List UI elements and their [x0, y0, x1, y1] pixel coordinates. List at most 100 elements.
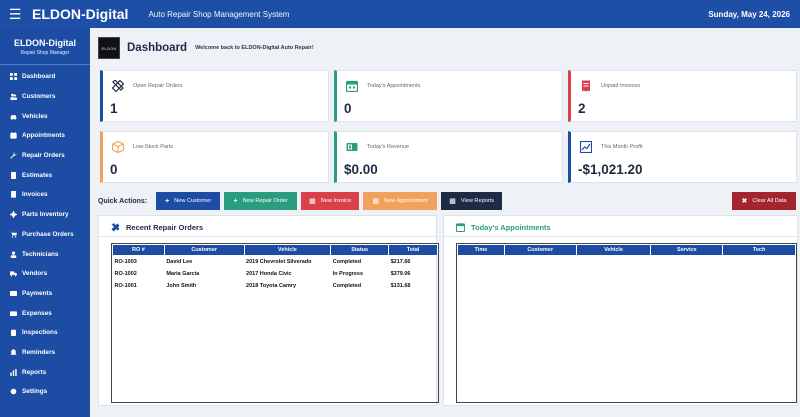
column-header[interactable]: Vehicle — [575, 244, 652, 256]
current-date: Sunday, May 24, 2026 — [708, 9, 790, 19]
chart-icon — [580, 141, 592, 153]
new-invoice-button[interactable]: ▦ New Invoice — [301, 192, 360, 210]
sidebar-item-payments[interactable]: Payments — [0, 284, 90, 304]
sidebar-item-technicians[interactable]: Technicians — [0, 244, 90, 264]
sidebar-item-repair-orders[interactable]: Repair Orders — [0, 146, 90, 166]
sidebar-item-label: Payments — [22, 289, 53, 297]
shop-logo: ELDON — [98, 37, 120, 59]
cell-customer: David Lee — [166, 258, 193, 265]
card-todays-appointments[interactable]: Today's Appointments 0 — [334, 70, 563, 122]
trash-icon: ✖ — [741, 198, 748, 205]
column-header[interactable]: Status — [330, 244, 390, 256]
card-label: Unpaid Invoices — [601, 83, 641, 89]
view-reports-button[interactable]: ▩ View Reports — [441, 192, 503, 210]
new-appointment-button[interactable]: ▦ New Appointment — [363, 192, 438, 210]
app-subtitle: Auto Repair Shop Management System — [148, 9, 290, 19]
bell-icon — [9, 349, 17, 356]
car-icon — [9, 113, 17, 120]
cell-total: $217.66 — [390, 258, 411, 265]
sidebar-item-customers[interactable]: Customers — [0, 87, 90, 107]
clear-all-data-button[interactable]: ✖ Clear All Data — [732, 192, 796, 210]
repair-orders-table-frame: RO # Customer Vehicle Status Total RO-10… — [111, 243, 439, 403]
card-value: 0 — [344, 101, 352, 116]
recent-repair-orders-panel: Recent Repair Orders RO # Customer Vehic… — [98, 215, 439, 406]
card-todays-revenue[interactable]: Today's Revenue $0.00 — [334, 131, 563, 183]
button-label: New Appointment — [384, 198, 428, 204]
column-header[interactable]: Vehicle — [243, 244, 332, 256]
settings-icon — [9, 388, 17, 395]
clipboard-icon — [9, 329, 17, 337]
tools-icon — [111, 223, 120, 232]
sidebar-item-dashboard[interactable]: Dashboard — [0, 67, 90, 87]
calendar-icon: ▦ — [372, 198, 380, 205]
cell-total: $379.06 — [390, 270, 411, 277]
cell-status: In Progress — [332, 270, 364, 277]
card-low-stock-parts[interactable]: Low-Stock Parts 0 — [100, 131, 329, 183]
invoice-icon — [9, 191, 17, 199]
sidebar-item-reminders[interactable]: Reminders — [0, 343, 90, 363]
top-bar: ☰ ELDON-Digital Auto Repair Shop Managem… — [0, 0, 800, 28]
column-header[interactable]: Service — [650, 244, 724, 256]
new-customer-button[interactable]: + New Customer — [156, 192, 221, 210]
sidebar-item-label: Dashboard — [22, 73, 56, 81]
sidebar-item-purchase-orders[interactable]: Purchase Orders — [0, 225, 90, 245]
calculator-icon — [9, 171, 17, 179]
sidebar-item-vehicles[interactable]: Vehicles — [0, 106, 90, 126]
credit-card-icon — [9, 290, 17, 297]
table-row[interactable]: RO-1001 John Smith 2018 Toyota Camry Com… — [113, 280, 438, 292]
card-open-repair-orders[interactable]: Open Repair Orders 1 — [100, 70, 329, 122]
column-header[interactable]: Time — [457, 244, 505, 256]
sidebar-item-expenses[interactable]: Expenses — [0, 303, 90, 323]
sidebar-item-estimates[interactable]: Estimates — [0, 165, 90, 185]
wrench-icon — [9, 152, 17, 159]
hamburger-icon[interactable]: ☰ — [0, 6, 30, 23]
card-label: Low-Stock Parts — [133, 144, 174, 150]
box-icon — [112, 141, 124, 153]
sidebar-item-reports[interactable]: Reports — [0, 362, 90, 382]
appointments-table: Time Customer Vehicle Service Tech — [457, 244, 796, 256]
table-row[interactable]: RO-1003 David Lee 2019 Chevrolet Silvera… — [113, 256, 438, 268]
repair-orders-table: RO # Customer Vehicle Status Total RO-10… — [112, 244, 438, 292]
table-header-row: RO # Customer Vehicle Status Total — [112, 244, 438, 256]
new-repair-order-button[interactable]: + New Repair Order — [224, 192, 298, 210]
sidebar-item-invoices[interactable]: Invoices — [0, 185, 90, 205]
button-label: New Customer — [174, 198, 212, 204]
cart-icon — [9, 231, 17, 238]
sidebar-item-vendors[interactable]: Vendors — [0, 264, 90, 284]
card-value: $0.00 — [344, 162, 378, 177]
column-header[interactable]: Total — [388, 244, 438, 256]
receipt-icon — [9, 310, 17, 317]
plus-icon: + — [165, 197, 170, 205]
welcome-message: Welcome back to ELDON-Digital Auto Repai… — [195, 45, 314, 51]
quick-actions-bar: Quick Actions: + New Customer + New Repair… — [98, 191, 798, 211]
cell-customer: John Smith — [166, 282, 197, 289]
column-header[interactable]: Customer — [503, 244, 577, 256]
card-label: Open Repair Orders — [133, 83, 183, 89]
sidebar-title: ELDON-Digital — [14, 38, 76, 48]
gear-icon — [9, 211, 17, 219]
button-label: Clear All Data — [752, 198, 787, 204]
calendar-icon — [9, 132, 17, 140]
sidebar-item-appointments[interactable]: Appointments — [0, 126, 90, 146]
card-value: 0 — [110, 162, 118, 177]
sidebar-item-inspections[interactable]: Inspections — [0, 323, 90, 343]
column-header[interactable]: Tech — [722, 244, 796, 256]
card-label: Today's Appointments — [367, 83, 421, 89]
sidebar-item-label: Appointments — [22, 132, 65, 140]
sidebar-item-label: Settings — [22, 388, 48, 396]
column-header[interactable]: RO # — [112, 244, 165, 256]
table-row[interactable]: RO-1002 Maria Garcia 2017 Honda Civic In… — [113, 268, 438, 280]
sidebar-item-label: Expenses — [22, 309, 52, 317]
sidebar-item-settings[interactable]: Settings — [0, 382, 90, 402]
sidebar: ELDON-Digital Repair Shop Manager Dashbo… — [0, 28, 90, 417]
card-unpaid-invoices[interactable]: Unpaid Invoices 2 — [568, 70, 797, 122]
sidebar-item-label: Vendors — [22, 270, 48, 278]
sidebar-subtitle: Repair Shop Manager — [20, 50, 70, 56]
plus-icon: + — [233, 197, 238, 205]
card-this-month-profit[interactable]: This Month Profit -$1,021.20 — [568, 131, 797, 183]
column-header[interactable]: Customer — [163, 244, 245, 256]
button-label: New Repair Order — [242, 198, 288, 204]
sidebar-item-parts-inventory[interactable]: Parts Inventory — [0, 205, 90, 225]
app-brand: ELDON-Digital — [32, 6, 129, 22]
cell-total: $131.68 — [390, 282, 411, 289]
